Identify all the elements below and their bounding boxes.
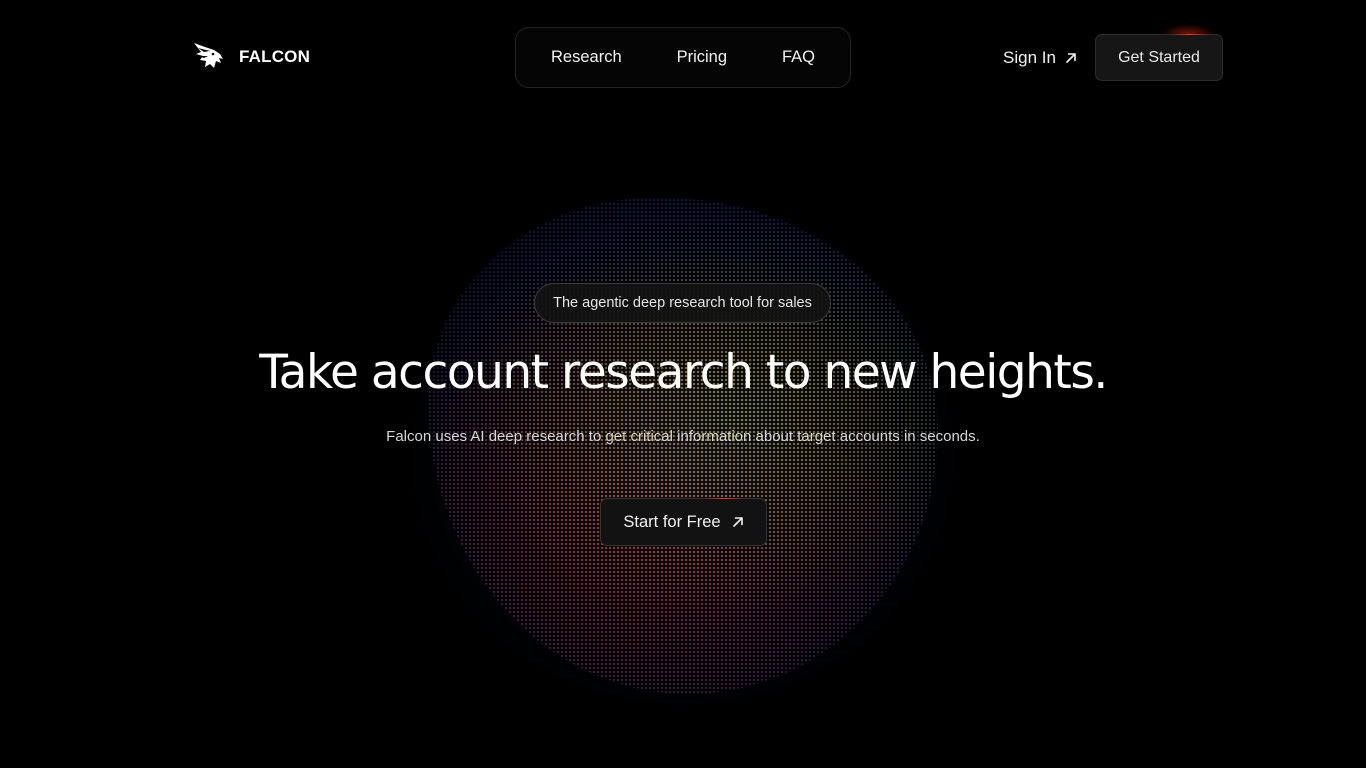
dotted-orb <box>428 198 938 694</box>
nav-link-faq[interactable]: FAQ <box>782 48 815 67</box>
hero-badge: The agentic deep research tool for sales <box>534 283 831 323</box>
get-started-button[interactable]: Get Started <box>1095 34 1223 81</box>
hero-subheadline: Falcon uses AI deep research to get crit… <box>386 428 980 445</box>
sign-in-label: Sign In <box>1003 48 1056 67</box>
arrow-up-right-icon <box>1066 53 1076 63</box>
falcon-head-icon <box>194 43 223 68</box>
hero-badge-text: The agentic deep research tool for sales <box>553 295 812 311</box>
hero-headline: Take account research to new heights. <box>259 345 1108 400</box>
brand-name: FALCON <box>239 47 311 66</box>
get-started-label: Get Started <box>1118 48 1200 66</box>
orb-shade <box>428 198 938 694</box>
button-accent-line <box>1170 34 1210 35</box>
arrow-up-right-icon <box>732 517 743 527</box>
start-for-free-button[interactable]: Start for Free <box>600 498 767 546</box>
site-header: FALCON Research Pricing FAQ Sign In Get … <box>0 0 1366 110</box>
nav-link-pricing[interactable]: Pricing <box>677 48 727 67</box>
cta-label: Start for Free <box>623 512 721 531</box>
nav-link-research[interactable]: Research <box>551 48 622 67</box>
main-nav: Research Pricing FAQ <box>515 27 851 88</box>
brand-logo[interactable]: FALCON <box>192 42 310 72</box>
landing-page: FALCON Research Pricing FAQ Sign In Get … <box>0 0 1366 768</box>
orb-glow <box>393 190 973 720</box>
cta-accent-line <box>705 498 745 499</box>
sign-in-link[interactable]: Sign In <box>1003 46 1077 70</box>
